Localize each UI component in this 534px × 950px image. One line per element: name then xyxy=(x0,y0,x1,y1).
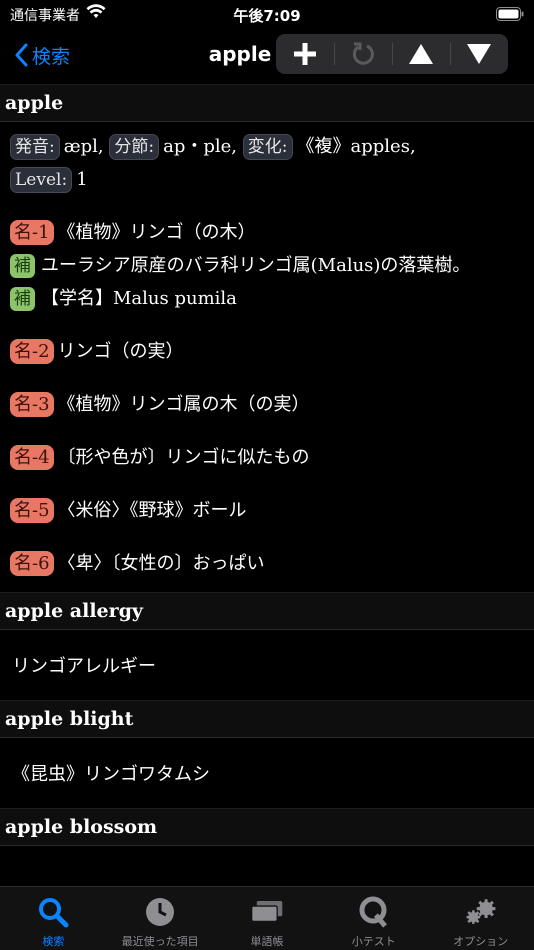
entry-heading: apple blight xyxy=(0,700,534,738)
tab-recent[interactable]: 最近使った項目 xyxy=(107,887,214,950)
triangle-down-icon xyxy=(467,44,491,64)
sense-text: 《植物》リンゴ属の木（の実） xyxy=(57,394,310,415)
clock-icon xyxy=(143,895,177,929)
back-button[interactable]: 検索 xyxy=(14,40,70,70)
note-badge: 補 xyxy=(10,254,35,278)
pos-badge: 名-1 xyxy=(10,220,54,245)
syllable-tag: 分節: xyxy=(109,134,160,160)
pos-badge: 名-3 xyxy=(10,392,54,417)
cards-icon xyxy=(250,895,284,929)
pos-badge: 名-5 xyxy=(10,498,54,523)
entry-body: リンゴアレルギー xyxy=(12,656,156,677)
dictionary-content[interactable]: apple 発音: æpl, 分節: ap・ple, 変化: 《複》apples, L… xyxy=(0,84,534,886)
tab-quiz[interactable]: 小テスト xyxy=(320,887,427,950)
tab-wordbook[interactable]: 単語帳 xyxy=(214,887,321,950)
battery-icon xyxy=(496,6,524,25)
chevron-left-icon xyxy=(15,43,28,67)
quiz-icon xyxy=(357,895,391,929)
note-badge: 補 xyxy=(10,287,35,311)
pronunciation-value: æpl, xyxy=(63,136,104,157)
sense-text: 〔形や色が〕リンゴに似たもの xyxy=(57,447,310,468)
tab-search[interactable]: 検索 xyxy=(0,887,107,950)
sense-text: リンゴ（の実） xyxy=(57,341,184,362)
note-item: 補【学名】Malus pumila xyxy=(10,282,522,315)
entry-body: 発音: æpl, 分節: ap・ple, 変化: 《複》apples, Level: 1… xyxy=(0,122,534,592)
entry-body: 《昆虫》リンゴワタムシ xyxy=(12,764,210,785)
note-text: 【学名】Malus pumila xyxy=(41,288,237,309)
entry-heading: apple xyxy=(0,84,534,122)
back-label: 検索 xyxy=(32,45,71,68)
next-button[interactable] xyxy=(450,34,508,74)
tab-label: オプション xyxy=(453,935,509,948)
triangle-up-icon xyxy=(409,44,433,64)
plus-icon xyxy=(294,43,316,65)
sense-item: 名-5 〈米俗〉《野球》ボール xyxy=(10,494,522,527)
add-button[interactable] xyxy=(276,34,334,74)
tab-bar: 検索 最近使った項目 単語帳 小テスト オプション xyxy=(0,886,534,950)
pos-badge: 名-4 xyxy=(10,445,54,470)
previous-button[interactable] xyxy=(392,34,450,74)
level-tag: Level: xyxy=(10,167,73,193)
navigation-bar: 検索 apple xyxy=(0,28,534,84)
note-text: ユーラシア原産のバラ科リンゴ属(Malus)の落葉樹。 xyxy=(41,255,471,276)
refresh-button[interactable] xyxy=(334,34,392,74)
inflection-tag: 変化: xyxy=(242,134,293,160)
toolbar xyxy=(276,34,508,74)
sense-item: 名-3 《植物》リンゴ属の木（の実） xyxy=(10,388,522,421)
level-value: 1 xyxy=(76,169,88,190)
sense-item: 名-2 リンゴ（の実） xyxy=(10,335,522,368)
tab-label: 検索 xyxy=(42,935,65,948)
tab-label: 単語帳 xyxy=(250,935,284,948)
tab-label: 最近使った項目 xyxy=(121,935,199,948)
tab-label: 小テスト xyxy=(351,935,396,948)
sense-item: 名-6 〈卑〉〔女性の〕おっぱい xyxy=(10,547,522,580)
entry-meta: 発音: æpl, 分節: ap・ple, 変化: 《複》apples, Level: 1 xyxy=(10,130,522,196)
sense-text: 〈卑〉〔女性の〕おっぱい xyxy=(57,553,265,574)
note-item: 補ユーラシア原産のバラ科リンゴ属(Malus)の落葉樹。 xyxy=(10,249,522,282)
syllable-value: ap・ple, xyxy=(163,136,238,157)
pronunciation-tag: 発音: xyxy=(10,134,60,160)
tab-options[interactable]: オプション xyxy=(427,887,534,950)
sense-item: 名-4 〔形や色が〕リンゴに似たもの xyxy=(10,441,522,474)
sense-text: 〈米俗〉《野球》ボール xyxy=(57,500,247,521)
pos-badge: 名-2 xyxy=(10,339,54,364)
entry-heading: apple blossom xyxy=(0,808,534,846)
status-bar: 通信事業者 午後7:09 xyxy=(0,0,534,28)
refresh-icon xyxy=(352,42,374,65)
clock-label: 午後7:09 xyxy=(233,7,301,25)
magnifier-icon xyxy=(36,895,70,929)
sense-item: 名-1 《植物》リンゴ（の木） xyxy=(10,216,522,249)
sense-text: 《植物》リンゴ（の木） xyxy=(57,222,256,243)
pos-badge: 名-6 xyxy=(10,551,54,576)
inflection-value: 《複》apples, xyxy=(296,136,416,157)
entry-heading: apple allergy xyxy=(0,592,534,630)
page-title: apple xyxy=(208,42,272,66)
gears-icon xyxy=(464,895,498,929)
